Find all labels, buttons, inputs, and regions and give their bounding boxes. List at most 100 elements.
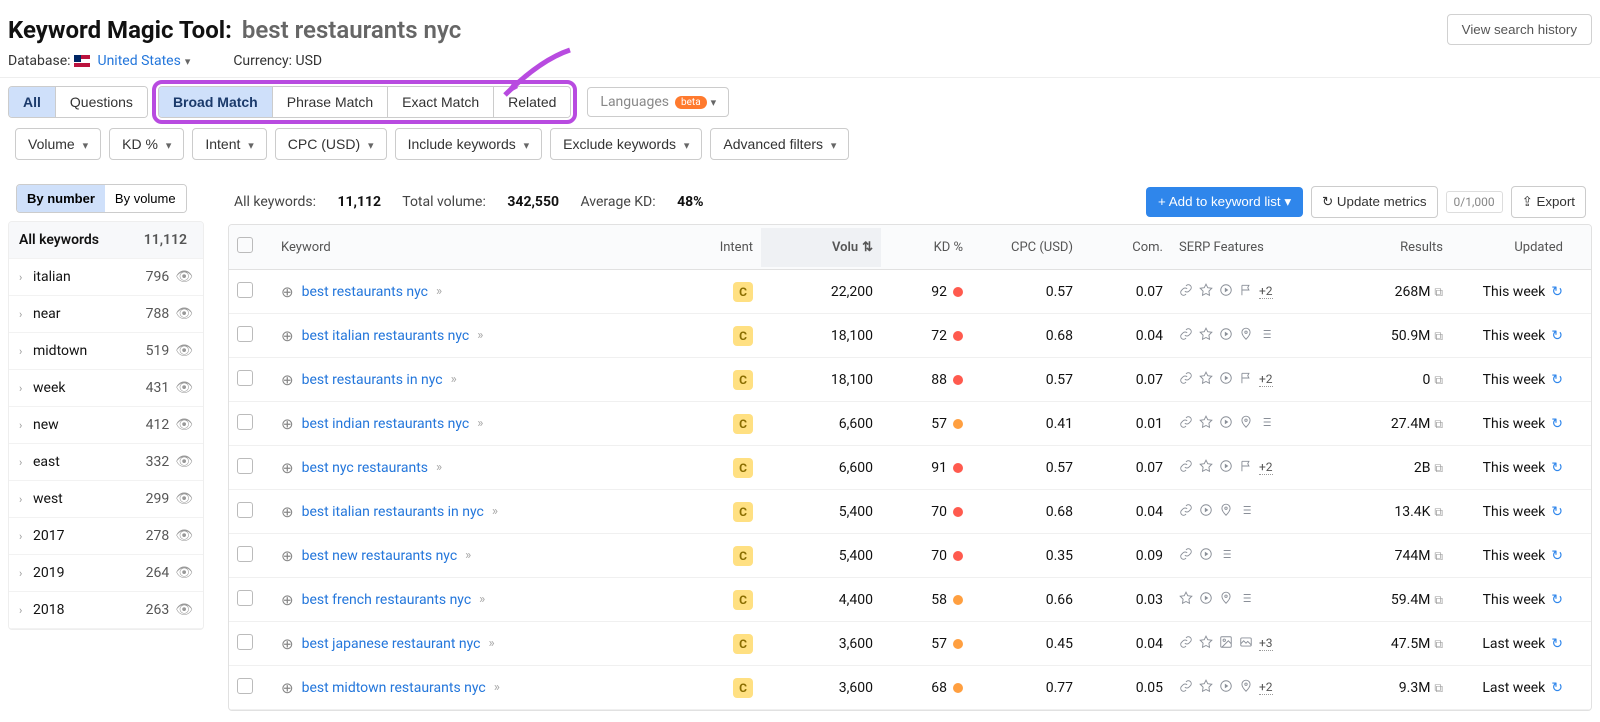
sidebar-group-2019[interactable]: › 2019 264 👁 <box>9 555 203 592</box>
sidebar-group-midtown[interactable]: › midtown 519 👁 <box>9 333 203 370</box>
eye-icon[interactable]: 👁 <box>175 269 193 285</box>
keyword-link[interactable]: best restaurants in nyc <box>302 372 443 388</box>
eye-icon[interactable]: 👁 <box>175 380 193 396</box>
sidebar-group-new[interactable]: › new 412 👁 <box>9 407 203 444</box>
row-checkbox[interactable] <box>237 546 253 562</box>
col-updated[interactable]: Updated <box>1451 228 1571 267</box>
refresh-icon[interactable]: ↻ <box>1551 460 1563 476</box>
filter-cpc[interactable]: CPC (USD) ▾ <box>275 128 387 160</box>
add-keyword-icon[interactable]: ⊕ <box>281 503 294 521</box>
refresh-icon[interactable]: ↻ <box>1551 372 1563 388</box>
export-button[interactable]: ⇪ Export <box>1511 186 1586 218</box>
serp-more[interactable]: +2 <box>1259 460 1273 475</box>
eye-icon[interactable]: 👁 <box>175 417 193 433</box>
sidebar-group-west[interactable]: › west 299 👁 <box>9 481 203 518</box>
expand-icon[interactable]: » <box>494 680 500 695</box>
expand-icon[interactable]: » <box>465 548 471 563</box>
add-keyword-icon[interactable]: ⊕ <box>281 371 294 389</box>
keyword-link[interactable]: best nyc restaurants <box>302 460 428 476</box>
add-keyword-icon[interactable]: ⊕ <box>281 547 294 565</box>
external-link-icon[interactable]: ⧉ <box>1434 373 1443 387</box>
tab-questions[interactable]: Questions <box>56 87 147 117</box>
tab-phrase-match[interactable]: Phrase Match <box>273 87 388 117</box>
expand-icon[interactable]: » <box>477 328 483 343</box>
add-keyword-icon[interactable]: ⊕ <box>281 635 294 653</box>
sidebar-group-italian[interactable]: › italian 796 👁 <box>9 259 203 296</box>
refresh-icon[interactable]: ↻ <box>1551 416 1563 432</box>
external-link-icon[interactable]: ⧉ <box>1434 505 1443 519</box>
col-volume[interactable]: Volu⇅ <box>761 228 881 267</box>
filter-intent[interactable]: Intent ▾ <box>192 128 266 160</box>
eye-icon[interactable]: 👁 <box>175 565 193 581</box>
languages-selector[interactable]: Languages beta ▾ <box>587 87 729 117</box>
add-to-list-button[interactable]: Add to keyword list ▾ <box>1146 187 1303 217</box>
sidebar-group-week[interactable]: › week 431 👁 <box>9 370 203 407</box>
filter-advanced[interactable]: Advanced filters ▾ <box>710 128 849 160</box>
row-checkbox[interactable] <box>237 326 253 342</box>
col-com[interactable]: Com. <box>1081 228 1171 267</box>
external-link-icon[interactable]: ⧉ <box>1434 461 1443 475</box>
add-keyword-icon[interactable]: ⊕ <box>281 283 294 301</box>
database-selector[interactable]: United States▾ <box>97 53 190 69</box>
serp-more[interactable]: +3 <box>1259 636 1273 651</box>
keyword-link[interactable]: best new restaurants nyc <box>302 548 458 564</box>
eye-icon[interactable]: 👁 <box>175 528 193 544</box>
eye-icon[interactable]: 👁 <box>175 306 193 322</box>
row-checkbox[interactable] <box>237 634 253 650</box>
external-link-icon[interactable]: ⧉ <box>1434 549 1443 563</box>
tab-broad-match[interactable]: Broad Match <box>159 87 273 117</box>
row-checkbox[interactable] <box>237 678 253 694</box>
filter-exclude[interactable]: Exclude keywords ▾ <box>550 128 702 160</box>
keyword-link[interactable]: best restaurants nyc <box>302 284 428 300</box>
keyword-link[interactable]: best italian restaurants nyc <box>302 328 470 344</box>
add-keyword-icon[interactable]: ⊕ <box>281 591 294 609</box>
serp-more[interactable]: +2 <box>1259 372 1273 387</box>
refresh-icon[interactable]: ↻ <box>1551 284 1563 300</box>
view-history-button[interactable]: View search history <box>1447 14 1592 45</box>
expand-icon[interactable]: » <box>489 636 495 651</box>
col-cpc[interactable]: CPC (USD) <box>971 228 1081 267</box>
eye-icon[interactable]: 👁 <box>175 602 193 618</box>
row-checkbox[interactable] <box>237 282 253 298</box>
external-link-icon[interactable]: ⧉ <box>1434 417 1443 431</box>
sidebar-group-near[interactable]: › near 788 👁 <box>9 296 203 333</box>
keyword-link[interactable]: best italian restaurants in nyc <box>302 504 484 520</box>
refresh-icon[interactable]: ↻ <box>1551 592 1563 608</box>
row-checkbox[interactable] <box>237 590 253 606</box>
expand-icon[interactable]: » <box>479 592 485 607</box>
col-results[interactable]: Results <box>1321 228 1451 267</box>
expand-icon[interactable]: » <box>451 372 457 387</box>
eye-icon[interactable]: 👁 <box>175 491 193 507</box>
external-link-icon[interactable]: ⧉ <box>1434 285 1443 299</box>
filter-include[interactable]: Include keywords ▾ <box>395 128 543 160</box>
refresh-icon[interactable]: ↻ <box>1551 548 1563 564</box>
col-intent[interactable]: Intent <box>653 228 761 267</box>
tab-exact-match[interactable]: Exact Match <box>388 87 494 117</box>
add-keyword-icon[interactable]: ⊕ <box>281 415 294 433</box>
sidebar-group-2017[interactable]: › 2017 278 👁 <box>9 518 203 555</box>
col-serp[interactable]: SERP Features <box>1171 228 1321 267</box>
expand-icon[interactable]: » <box>477 416 483 431</box>
eye-icon[interactable]: 👁 <box>175 343 193 359</box>
sidebar-group-east[interactable]: › east 332 👁 <box>9 444 203 481</box>
expand-icon[interactable]: » <box>436 284 442 299</box>
update-metrics-button[interactable]: ↻ Update metrics <box>1311 186 1438 218</box>
expand-icon[interactable]: » <box>492 504 498 519</box>
expand-icon[interactable]: » <box>436 460 442 475</box>
refresh-icon[interactable]: ↻ <box>1551 636 1563 652</box>
sidebar-group-2018[interactable]: › 2018 263 👁 <box>9 592 203 629</box>
eye-icon[interactable]: 👁 <box>175 454 193 470</box>
col-keyword[interactable]: Keyword <box>273 228 653 267</box>
add-keyword-icon[interactable]: ⊕ <box>281 679 294 697</box>
keyword-link[interactable]: best indian restaurants nyc <box>302 416 470 432</box>
keyword-link[interactable]: best french restaurants nyc <box>302 592 472 608</box>
external-link-icon[interactable]: ⧉ <box>1434 329 1443 343</box>
tab-all[interactable]: All <box>9 87 56 117</box>
row-checkbox[interactable] <box>237 458 253 474</box>
filter-volume[interactable]: Volume ▾ <box>15 128 101 160</box>
select-all-checkbox[interactable] <box>237 237 253 253</box>
row-checkbox[interactable] <box>237 502 253 518</box>
filter-kd[interactable]: KD % ▾ <box>109 128 184 160</box>
serp-more[interactable]: +2 <box>1259 284 1273 299</box>
sort-by-number[interactable]: By number <box>17 185 105 212</box>
